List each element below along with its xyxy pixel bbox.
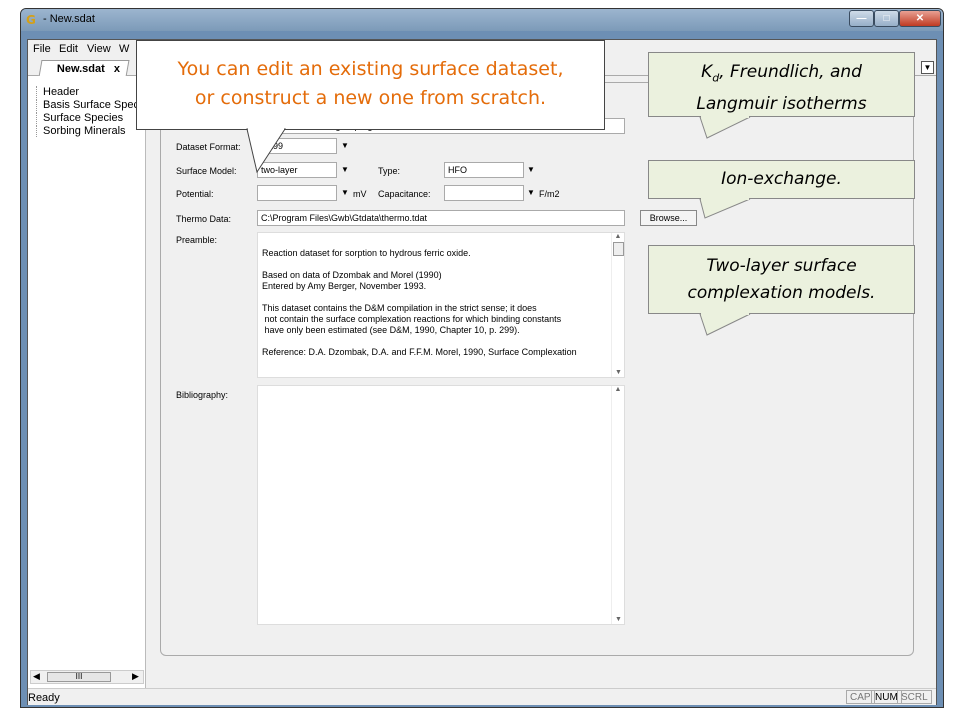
- kd-callout-pointer: [699, 116, 751, 139]
- capacitance-unit: F/m2: [539, 189, 560, 199]
- close-window-button[interactable]: ✕: [899, 10, 941, 27]
- callout-line-1: You can edit an existing surface dataset…: [177, 58, 564, 80]
- status-bar: Ready CAP NUM SCRL: [28, 688, 936, 705]
- potential-label: Potential:: [176, 189, 214, 199]
- client-area: File Edit View W New.sdat x ▼ Header Bas…: [27, 39, 937, 705]
- scroll-up-icon[interactable]: ▲: [612, 233, 624, 240]
- title-bar[interactable]: G - New.sdat — □ ✕: [21, 9, 943, 31]
- two-layer-line-1: Two-layer surface: [706, 256, 857, 276]
- tree-item-sorbing-minerals[interactable]: Sorbing Minerals: [36, 125, 126, 137]
- bibliography-scrollbar[interactable]: ▲ ▼: [611, 386, 624, 624]
- tab-new-sdat[interactable]: New.sdat x: [38, 60, 130, 77]
- tab-dropdown-button[interactable]: ▼: [921, 61, 934, 74]
- ion-exchange-text: Ion-exchange.: [721, 169, 842, 189]
- preamble-scroll-thumb[interactable]: [613, 242, 624, 256]
- tree-panel: Header Basis Surface Speci Surface Speci…: [28, 76, 146, 688]
- ion-exchange-callout: Ion-exchange.: [648, 160, 915, 199]
- potential-input[interactable]: [257, 185, 337, 201]
- scroll-thumb[interactable]: III: [47, 672, 111, 682]
- tree-item-surface-species[interactable]: Surface Species: [36, 112, 123, 124]
- bibliography-textarea[interactable]: [257, 385, 625, 625]
- two-layer-callout: Two-layer surface complexation models.: [648, 245, 915, 314]
- bibliography-label: Bibliography:: [176, 390, 229, 400]
- type-select[interactable]: HFO: [444, 162, 524, 178]
- menu-view[interactable]: View: [87, 43, 111, 55]
- capacitance-input[interactable]: [444, 185, 524, 201]
- ion-callout-pointer: [699, 198, 751, 219]
- surface-model-dropdown-icon[interactable]: ▼: [341, 165, 349, 174]
- capacitance-label: Capacitance:: [378, 189, 431, 199]
- tree-horizontal-scrollbar[interactable]: ◀ III ▶: [30, 670, 144, 684]
- scroll-up-icon[interactable]: ▲: [612, 386, 624, 393]
- type-label: Type:: [378, 166, 401, 176]
- preamble-label: Preamble:: [176, 235, 218, 245]
- kd-k: K: [701, 62, 713, 82]
- window-title: - New.sdat: [43, 13, 95, 25]
- minimize-button[interactable]: —: [849, 10, 874, 27]
- scroll-right-icon[interactable]: ▶: [132, 671, 139, 682]
- capacitance-dropdown-icon[interactable]: ▼: [527, 188, 535, 197]
- kd-rest: , Freundlich, and: [719, 62, 862, 82]
- preamble-scrollbar[interactable]: ▲ ▼: [611, 233, 624, 377]
- tab-close-icon[interactable]: x: [114, 63, 120, 75]
- kd-isotherms-callout: Kd, Freundlich, and Langmuir isotherms: [648, 52, 915, 117]
- dataset-format-label: Dataset Format:: [176, 142, 241, 152]
- surface-model-label: Surface Model:: [176, 166, 237, 176]
- two-layer-callout-pointer: [699, 313, 751, 336]
- thermo-data-label: Thermo Data:: [176, 214, 232, 224]
- dataset-format-dropdown-icon[interactable]: ▼: [341, 141, 349, 150]
- preamble-textarea[interactable]: Reaction dataset for sorption to hydrous…: [257, 232, 625, 378]
- maximize-button[interactable]: □: [874, 10, 899, 27]
- scrl-indicator: SCRL: [897, 690, 932, 704]
- app-logo-icon: G: [26, 13, 36, 27]
- menu-file[interactable]: File: [33, 43, 51, 55]
- potential-unit: mV: [353, 189, 367, 199]
- edit-callout-pointer: [246, 128, 286, 174]
- tree-item-header[interactable]: Header: [36, 86, 79, 98]
- status-text: Ready: [28, 692, 60, 704]
- scroll-left-icon[interactable]: ◀: [33, 671, 40, 682]
- type-dropdown-icon[interactable]: ▼: [527, 165, 535, 174]
- callout-line-2: or construct a new one from scratch.: [194, 87, 547, 109]
- scroll-down-icon[interactable]: ▼: [612, 616, 625, 623]
- menu-window[interactable]: W: [119, 43, 129, 55]
- tab-label: New.sdat: [56, 63, 105, 75]
- kd-line-2: Langmuir isotherms: [696, 94, 867, 115]
- edit-dataset-callout: You can edit an existing surface dataset…: [136, 40, 605, 130]
- menu-edit[interactable]: Edit: [59, 43, 78, 55]
- potential-dropdown-icon[interactable]: ▼: [341, 188, 349, 197]
- scroll-down-icon[interactable]: ▼: [612, 369, 625, 376]
- thermo-data-input[interactable]: C:\Program Files\Gwb\Gtdata\thermo.tdat: [257, 210, 625, 226]
- tree-item-basis-surface-species[interactable]: Basis Surface Speci: [36, 99, 141, 111]
- two-layer-line-2: complexation models.: [687, 283, 876, 303]
